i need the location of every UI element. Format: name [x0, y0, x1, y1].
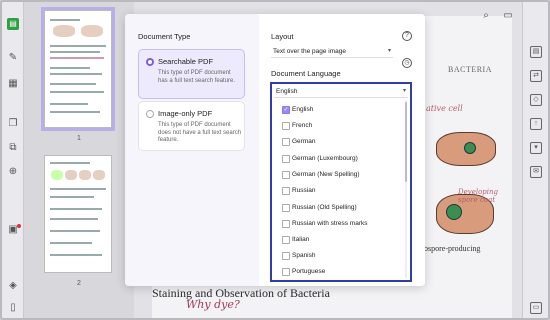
option-title: Searchable PDF	[158, 57, 214, 66]
checkbox-german-luxembourg[interactable]	[282, 155, 290, 163]
chat-icon[interactable]: ▭	[530, 302, 542, 314]
checkbox-italian[interactable]	[282, 236, 290, 244]
language-label: Spanish	[292, 252, 316, 259]
email-icon[interactable]: ✉	[530, 166, 542, 178]
page-thumbnail-2[interactable]	[44, 155, 112, 273]
language-option-italian[interactable]: Italian	[273, 232, 398, 248]
right-toolbar: ▤ ⇄ ◇ ↑ ▾ ✉ ▭	[522, 2, 548, 318]
checkbox-english[interactable]: ✓	[282, 106, 290, 114]
share-icon[interactable]: ↑	[530, 118, 542, 130]
notification-dot	[17, 224, 21, 228]
language-dropdown[interactable]: English ▾ ✓ English French German German …	[270, 82, 412, 282]
document-type-label: Document Type	[138, 32, 191, 41]
option-image-only-pdf[interactable]: Image-only PDF This type of PDF document…	[138, 101, 245, 151]
convert-icon[interactable]: ⧉	[7, 142, 19, 154]
checkbox-french[interactable]	[282, 122, 290, 130]
left-toolbar: ▤ ✎ ▦ ❐ ⧉ ⊕ ▣ ◈ ▯	[2, 2, 24, 318]
language-option-spanish[interactable]: Spanish	[273, 248, 398, 264]
ocr-icon[interactable]: ▤	[530, 46, 542, 58]
radio-image-only-pdf[interactable]	[146, 110, 154, 118]
option-searchable-pdf[interactable]: Searchable PDF This type of PDF document…	[138, 49, 245, 99]
language-option-russian[interactable]: Russian	[273, 183, 398, 199]
document-language-label: Document Language	[271, 69, 341, 78]
checkbox-german-new-spelling[interactable]	[282, 171, 290, 179]
page-number-2: 2	[77, 280, 81, 287]
app-window: ▤ ✎ ▦ ❐ ⧉ ⊕ ▣ ◈ ▯ 1 2 BACTERIA ative cel…	[0, 0, 550, 320]
language-label: English	[292, 106, 314, 113]
endospore-drawing-2	[446, 204, 462, 220]
language-label: German (Luxembourg)	[292, 155, 358, 162]
checkbox-russian-old-spelling[interactable]	[282, 204, 290, 212]
language-option-french[interactable]: French	[273, 118, 398, 134]
save-icon[interactable]: ▾	[530, 142, 542, 154]
language-option-german-luxembourg[interactable]: German (Luxembourg)	[273, 151, 398, 167]
option-description: This type of PDF document has a full tex…	[158, 70, 236, 84]
page-number-1: 1	[77, 135, 81, 142]
page-header: BACTERIA	[448, 65, 492, 74]
page-thumbnail-1[interactable]	[41, 7, 115, 131]
language-label: Russian	[292, 187, 316, 194]
option-description: This type of PDF document does not have …	[158, 122, 242, 143]
organize-pages-icon[interactable]: ❐	[7, 118, 19, 130]
radio-searchable-pdf[interactable]	[146, 58, 154, 66]
comment-list-icon[interactable]: ▭	[502, 10, 514, 22]
convert-pdf-icon[interactable]: ⇄	[530, 70, 542, 82]
comment-icon[interactable]: ✎	[7, 52, 19, 64]
protect-pdf-icon[interactable]: ◇	[530, 94, 542, 106]
language-label: Russian (Old Spelling)	[292, 204, 357, 211]
option-title: Image-only PDF	[158, 109, 213, 118]
language-label: Italian	[292, 236, 310, 243]
language-select[interactable]: English ▾	[274, 85, 408, 98]
checkbox-russian[interactable]	[282, 187, 290, 195]
annotation-vegetative-cell: ative cell	[426, 104, 463, 113]
language-option-russian-stress[interactable]: Russian with stress marks	[273, 216, 398, 232]
annotation-spore-coat: Developing spore coat	[458, 188, 499, 204]
checkbox-russian-stress[interactable]	[282, 220, 290, 228]
protect-icon[interactable]: ⊕	[7, 166, 19, 178]
layers-icon[interactable]: ◈	[7, 280, 19, 292]
layout-value: Text over the page image	[273, 48, 346, 55]
layout-select[interactable]: Text over the page image ▾	[271, 45, 393, 58]
language-option-portuguese[interactable]: Portuguese	[273, 264, 398, 280]
scrollbar-thumb[interactable]	[405, 102, 407, 182]
language-value: English	[276, 88, 298, 95]
reader-icon[interactable]: ▤	[7, 18, 19, 30]
checkbox-portuguese[interactable]	[282, 268, 290, 276]
language-option-russian-old-spelling[interactable]: Russian (Old Spelling)	[273, 200, 398, 216]
section-heading: Staining and Observation of Bacteria	[152, 286, 330, 300]
thumbnail-pane: 1 2	[24, 2, 134, 318]
language-option-german-new-spelling[interactable]: German (New Spelling)	[273, 167, 398, 183]
help-icon[interactable]: ?	[402, 31, 412, 41]
clock-icon[interactable]: ◷	[402, 58, 412, 68]
language-option-german[interactable]: German	[273, 134, 398, 150]
language-label: French	[292, 122, 313, 129]
checkbox-spanish[interactable]	[282, 252, 290, 260]
language-label: Portuguese	[292, 268, 326, 275]
language-option-english[interactable]: ✓ English	[273, 102, 398, 118]
bookmark-icon[interactable]: ▯	[7, 302, 19, 314]
chevron-down-icon: ▾	[402, 88, 406, 94]
document-type-panel: Document Type Searchable PDF This type o…	[125, 14, 259, 286]
endospore-drawing-1	[464, 142, 476, 154]
language-label: German (New Spelling)	[292, 171, 360, 178]
search-icon[interactable]: ⌕	[480, 10, 492, 22]
layout-label: Layout	[271, 32, 294, 41]
checkbox-german[interactable]	[282, 138, 290, 146]
language-list: ✓ English French German German (Luxembour…	[273, 100, 398, 280]
annotation-why-dye: Why dye?	[186, 298, 240, 311]
chevron-down-icon: ▾	[387, 48, 391, 54]
edit-icon[interactable]: ▦	[7, 78, 19, 90]
language-label: German	[292, 138, 316, 145]
language-label: Russian with stress marks	[292, 220, 368, 227]
text-spore-producing: ospore-producing	[424, 244, 481, 253]
